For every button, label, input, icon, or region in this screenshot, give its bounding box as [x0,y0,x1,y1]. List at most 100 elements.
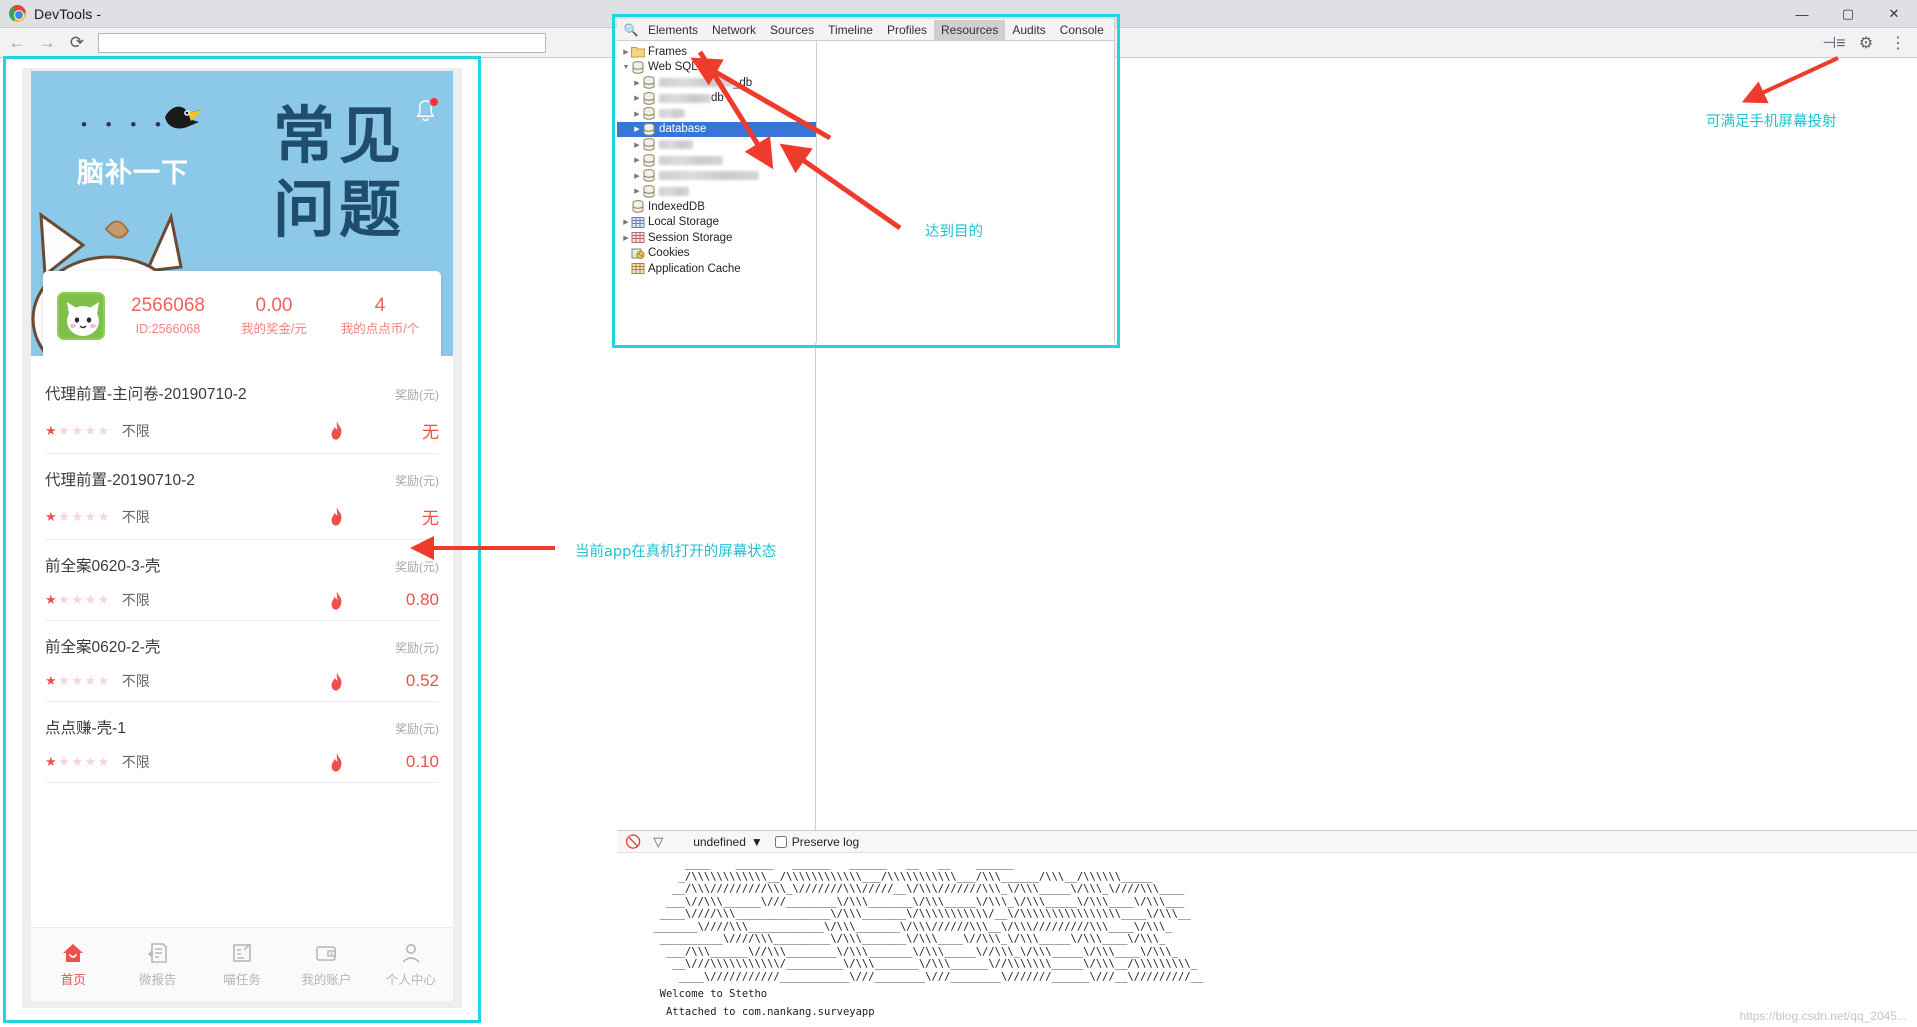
task-reward-label: 奖励(元) [395,641,439,655]
task-header: 点点赚-壳-1 奖励(元) [45,716,439,738]
task-meta: ★★★★★ 不限 0.52 [45,671,439,691]
database-icon [631,200,645,213]
chevron-right-icon[interactable]: ▶ [632,79,642,87]
redacted-database-name [659,186,689,196]
minimize-button[interactable]: — [1779,0,1825,28]
folder-icon [631,45,646,58]
resources-tree: ▶ Frames ▼ Web SQL ▶ _db ▶ db ▶ ▶ database ▶ ▶ ▶ ▶ Inde… [617,41,817,343]
chevron-right-icon[interactable]: ▶ [632,125,642,133]
chevron-right-icon[interactable]: ▶ [621,218,631,226]
task-star-rating: ★★★★★ [45,754,111,769]
tree-item-database[interactable]: ▶ database [617,121,816,137]
tree-item[interactable]: ▶ [617,168,816,184]
task-row[interactable]: 点点赚-壳-1 奖励(元) ★★★★★ 不限 0.10 [45,702,439,783]
task-reward-label: 奖励(元) [395,722,439,736]
tree-item-db[interactable]: ▶ db [617,91,816,107]
devtools-tab-audits[interactable]: Audits [1005,20,1052,40]
console-attached-line: Attached to com.nankang.surveyapp [647,1005,875,1018]
stat-label: ID:2566068 [135,322,201,336]
task-row[interactable]: 代理前置-主问卷-20190710-2 奖励(元) ★★★★★ 不限 无 [45,368,439,454]
reload-icon[interactable]: ⟳ [64,30,90,56]
tabbar-item-label: 首页 [60,973,86,987]
task-limit: 不限 [121,754,150,770]
filter-icon[interactable]: ▽ [653,834,663,850]
gear-icon[interactable]: ⚙ [1853,30,1879,56]
tabbar-item-task[interactable]: 喵任务 [200,941,284,988]
preserve-log-label: Preserve log [791,834,860,849]
tree-item[interactable]: ▶ [617,153,816,169]
database-icon [642,122,656,136]
flame-icon [329,421,345,440]
wallet-icon [314,941,338,965]
stats-columns: 2566068 ID:2566068 0.00 我的奖金/元 4 我的点点币/个 [115,293,433,339]
chevron-right-icon[interactable]: ▶ [632,156,642,164]
tabbar-item-report[interactable]: 微报告 [115,941,199,988]
redacted-database-name [659,93,711,103]
tree-item-local-storage[interactable]: ▶ Local Storage [617,215,816,231]
tree-item-cookies[interactable]: Cookies [617,246,816,262]
tree-item-label: Frames [648,45,687,58]
database-icon [642,153,656,167]
task-row[interactable]: 代理前置-20190710-2 奖励(元) ★★★★★ 不限 无 [45,454,439,540]
preserve-log-checkbox[interactable] [774,835,787,848]
annotation-label-mirror: 可满足手机屏幕投射 [1706,114,1837,130]
chevron-right-icon[interactable]: ▶ [632,141,642,149]
task-row[interactable]: 前全案0620-3-壳 奖励(元) ★★★★★ 不限 0.80 [45,540,439,621]
close-button[interactable]: ✕ [1871,0,1917,28]
tree-item-label: _db [733,76,753,89]
devtools-tab-console[interactable]: Console [1053,20,1111,40]
database-icon [642,91,656,105]
task-limit: 不限 [121,592,150,608]
tree-item-web-sql[interactable]: ▼ Web SQL [617,60,816,76]
tree-item[interactable]: ▶ [617,106,816,122]
tree-item-indexeddb[interactable]: IndexedDB [617,199,816,215]
chevron-right-icon[interactable]: ▶ [632,94,642,102]
maximize-button[interactable]: ▢ [1825,0,1871,28]
search-icon[interactable]: 🔍 [621,23,641,37]
flame-icon [329,590,345,610]
devtools-tab-resources[interactable]: Resources [934,19,1006,40]
devtools-tab-profiles[interactable]: Profiles [880,20,934,40]
tree-item-session-storage[interactable]: ▶ Session Storage [617,230,816,246]
tree-item-frames[interactable]: ▶ Frames [617,44,816,60]
back-icon[interactable]: ← [4,30,30,56]
database-icon [642,107,656,120]
preserve-log-toggle[interactable]: Preserve log [774,834,860,849]
tabbar-item-home[interactable]: 首页 [31,941,115,988]
task-row[interactable]: 前全案0620-2-壳 奖励(元) ★★★★★ 不限 0.52 [45,621,439,702]
chevron-right-icon[interactable]: ▶ [632,187,642,195]
console-drawer: 🚫 ▽ undefined ▼ Preserve log ____ ______… [617,830,1917,1027]
chevron-right-icon[interactable]: ▶ [621,234,631,242]
devtools-tab-network[interactable]: Network [705,20,763,40]
forward-icon[interactable]: → [34,30,60,56]
devtools-tab-elements[interactable]: Elements [641,20,705,40]
tree-item[interactable]: ▶ [617,184,816,200]
chevron-right-icon[interactable]: ▶ [632,110,642,118]
task-header: 代理前置-20190710-2 奖励(元) [45,468,439,490]
cookies-icon [631,247,645,260]
devtools-tab-bar: 🔍 Elements Network Sources Timeline Profiles… [617,19,1114,41]
task-reward-value: 0.10 [405,752,439,771]
clear-icon[interactable]: 🚫 [625,834,641,850]
chevron-right-icon[interactable]: ▶ [621,48,631,56]
task-name: 前全案0620-3-壳 [45,558,161,575]
tabbar-item-wallet[interactable]: 我的账户 [284,941,368,988]
more-icon[interactable]: ⋮ [1885,30,1911,56]
chevron-right-icon[interactable]: ▶ [632,172,642,180]
annotation-label-app-state: 当前app在真机打开的屏幕状态 [575,544,777,560]
url-input[interactable] [98,32,546,53]
console-context-select[interactable]: undefined ▼ [693,835,763,849]
tree-item[interactable]: ▶ [617,137,816,153]
tree-item--db[interactable]: ▶ _db [617,75,816,91]
tree-item-application-cache[interactable]: Application Cache [617,261,816,277]
chevron-down-icon[interactable]: ▼ [621,64,631,71]
user-avatar[interactable] [57,292,105,340]
dock-icon[interactable]: ⊣≡ [1821,30,1847,56]
devtools-tab-sources[interactable]: Sources [763,20,821,40]
tree-item-label: Cookies [648,247,690,260]
tabbar-item-person[interactable]: 个人中心 [369,941,453,988]
redacted-database-name [659,78,733,88]
devtools-tab-timeline[interactable]: Timeline [821,20,880,40]
task-header: 前全案0620-2-壳 奖励(元) [45,635,439,657]
task-name: 代理前置-20190710-2 [45,472,195,489]
